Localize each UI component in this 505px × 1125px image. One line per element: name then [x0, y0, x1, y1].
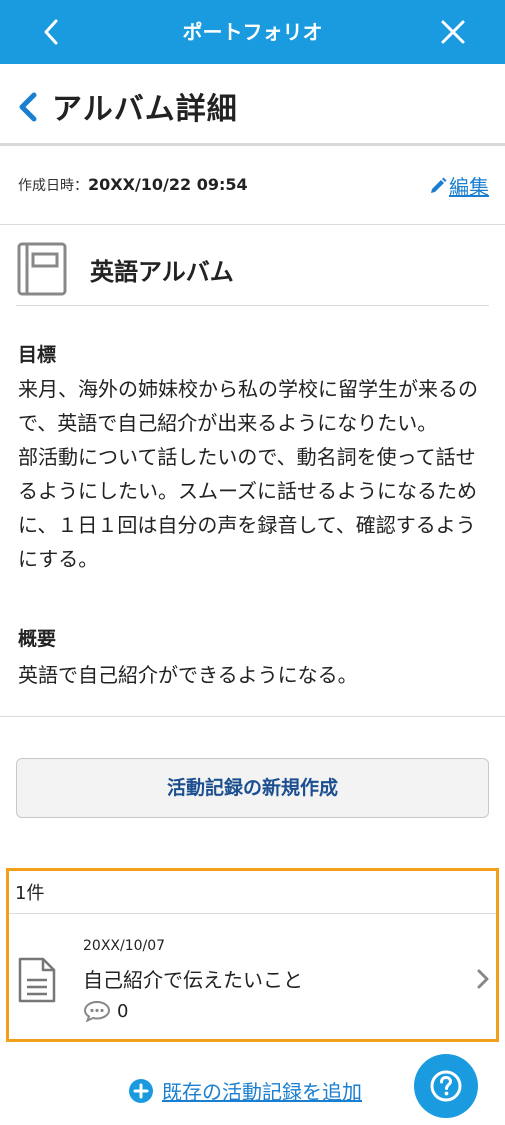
chevron-right-icon	[477, 969, 489, 989]
record-title: 自己紹介で伝えたいこと	[83, 968, 303, 992]
record-count: 1件	[15, 883, 45, 904]
goal-heading: 目標	[18, 344, 57, 366]
summary-text: 英語で自己紹介ができるようになる。	[18, 663, 358, 687]
activity-record-list: 1件 20XX/10/07 自己紹介で伝えたいこと 0	[6, 868, 499, 1042]
album-header: 英語アルバム	[16, 238, 489, 306]
page-title: アルバム詳細	[52, 92, 238, 127]
created-date: 20XX/10/22 09:54	[88, 175, 248, 194]
back-chevron-icon[interactable]	[16, 92, 40, 122]
goal-text: 来月、海外の姉妹校から私の学校に留学生が来るので、英語で自己紹介が出来るようにな…	[18, 377, 478, 571]
close-icon[interactable]	[437, 16, 469, 48]
album-book-icon	[17, 242, 67, 296]
pencil-icon	[431, 177, 447, 193]
record-date: 20XX/10/07	[83, 938, 166, 954]
divider	[0, 716, 505, 717]
meta-row: 作成日時：20XX/10/22 09:54 編集	[0, 149, 505, 225]
document-icon	[18, 957, 56, 1003]
plus-circle-icon	[129, 1078, 153, 1103]
help-button[interactable]	[414, 1054, 478, 1118]
top-bar: ポートフォリオ	[0, 0, 505, 64]
album-name: 英語アルバム	[90, 258, 234, 286]
summary-heading: 概要	[18, 628, 57, 650]
comment-count: 0	[83, 1000, 128, 1022]
page-header: アルバム詳細	[0, 64, 505, 146]
add-existing-record-link[interactable]: 既存の活動記録を追加	[128, 1076, 362, 1105]
created-label: 作成日時：20XX/10/22 09:54	[18, 175, 248, 194]
edit-link[interactable]: 編集	[429, 171, 489, 200]
comment-bubble-icon	[83, 1000, 111, 1022]
list-item[interactable]: 20XX/10/07 自己紹介で伝えたいこと 0	[9, 914, 496, 1039]
new-activity-record-button[interactable]: 活動記録の新規作成	[16, 758, 489, 818]
question-mark-icon	[430, 1070, 462, 1102]
app-title: ポートフォリオ	[182, 20, 323, 44]
